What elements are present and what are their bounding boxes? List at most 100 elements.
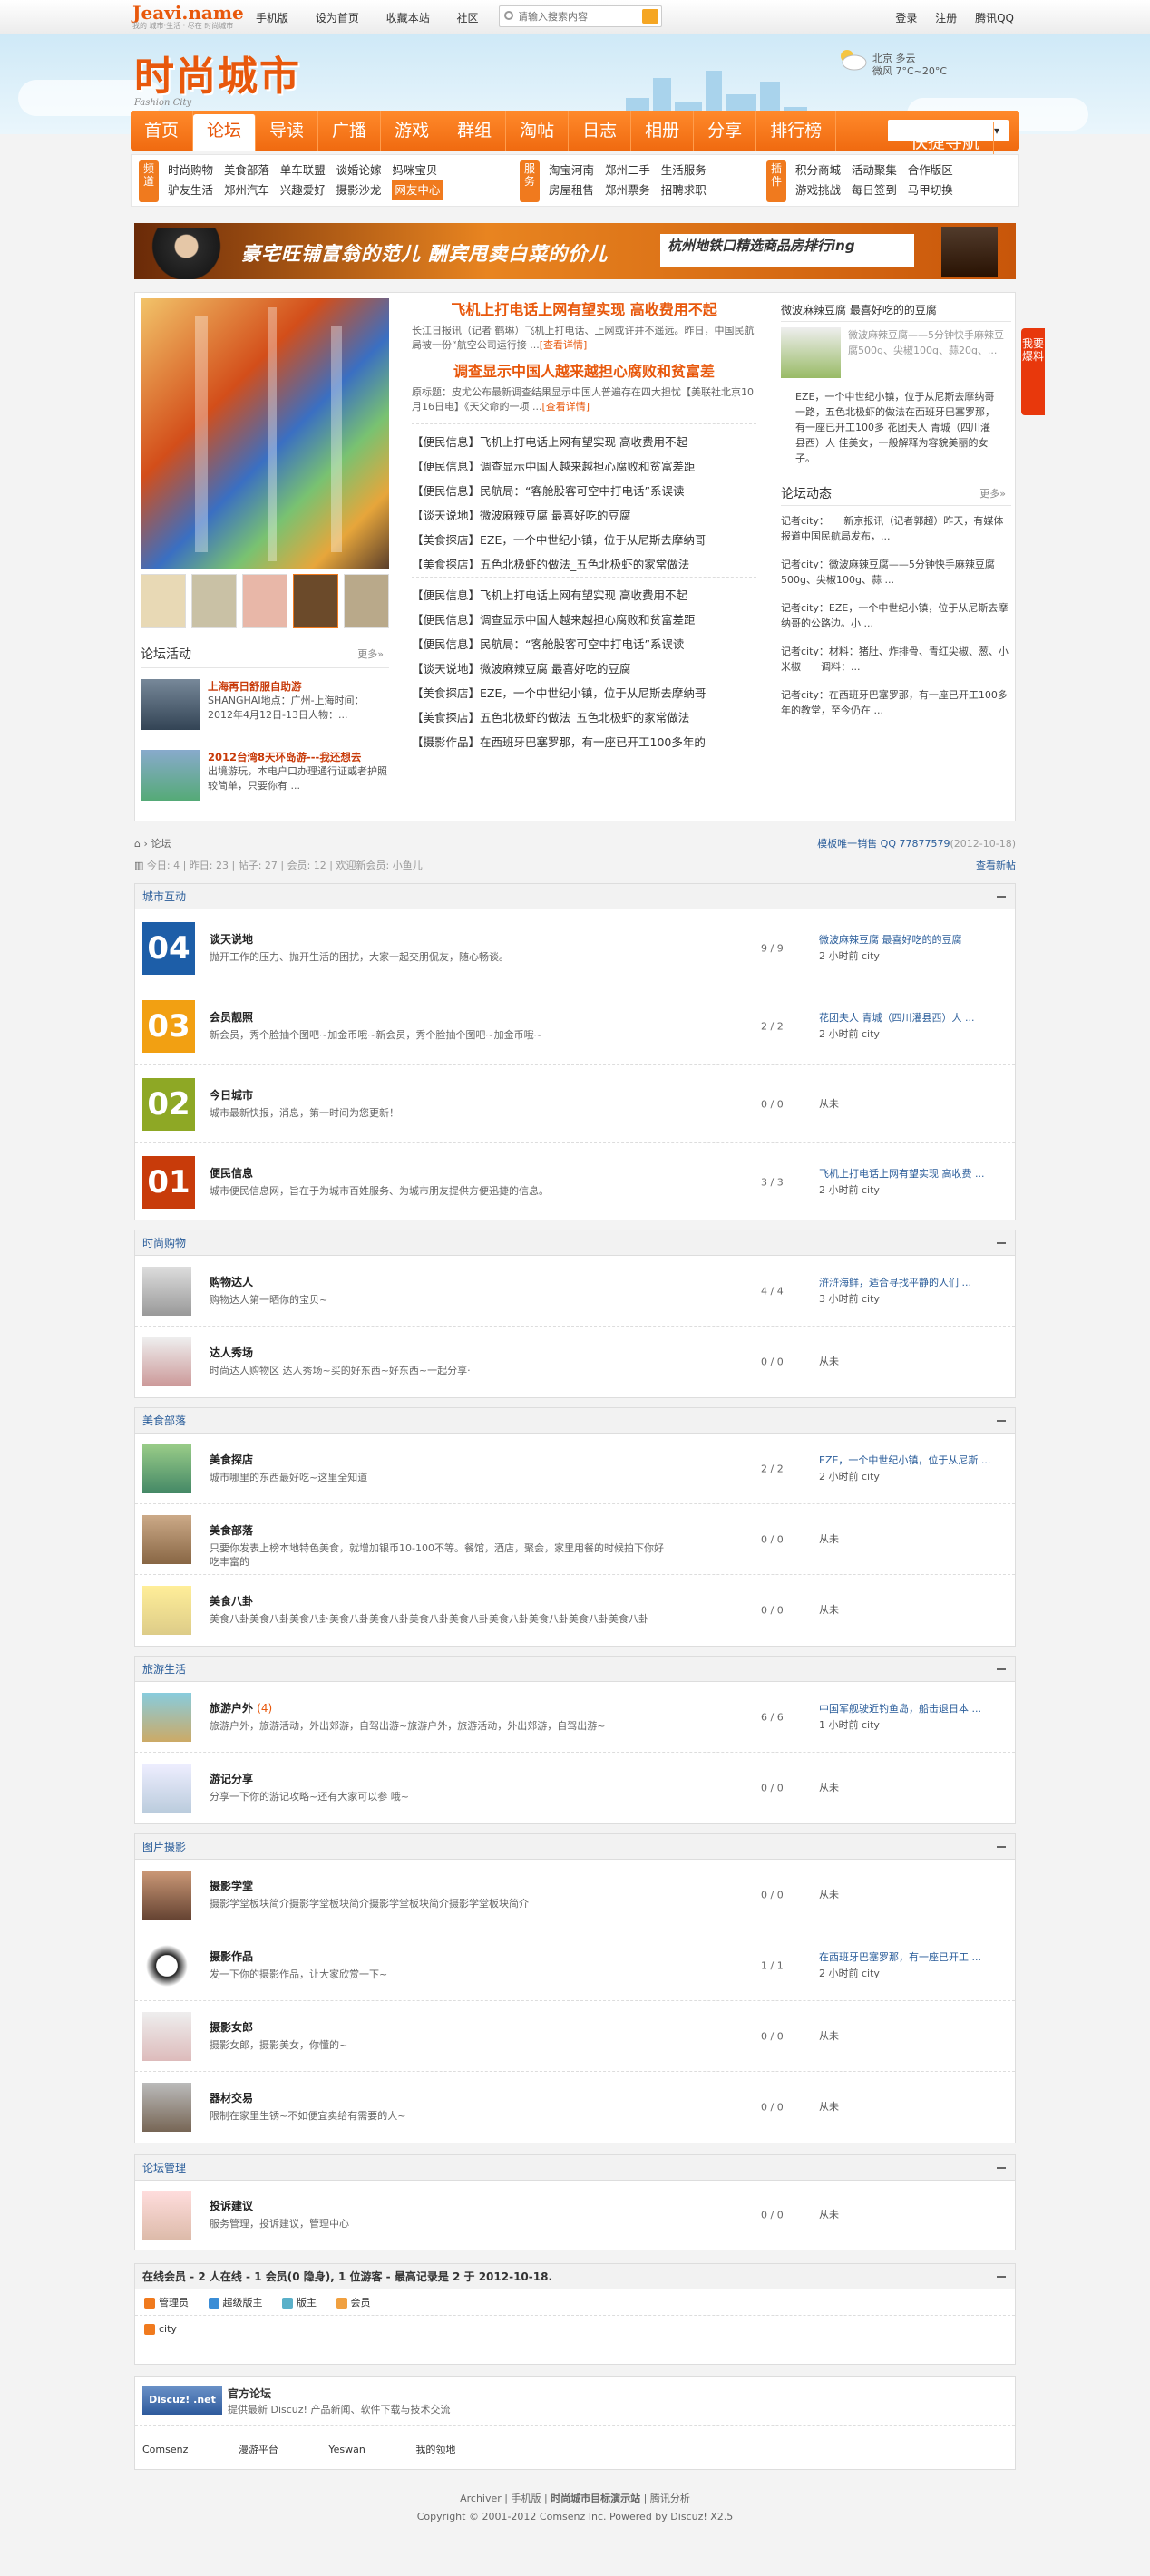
- dynamic-item[interactable]: 记者city：微波麻辣豆腐——5分钟快手麻辣豆腐500g、尖椒100g、蒜 ..…: [781, 557, 1011, 588]
- subnav-item[interactable]: 招聘求职: [661, 180, 707, 200]
- forum-last-post[interactable]: 飞机上打电话上网有望实现 高收费 ... 2 小时前 city: [819, 1166, 1009, 1199]
- dynamic-item[interactable]: 记者city：EZE，一个中世纪小镇，位于从尼斯去摩纳哥的公路边。小 ...: [781, 600, 1011, 631]
- friend-link[interactable]: Comsenz: [142, 2444, 188, 2455]
- featured-photo[interactable]: [141, 298, 389, 569]
- forum-row[interactable]: 01 便民信息 城市便民信息网，旨在于为城市百姓服务、为城市朋友提供方便迅捷的信…: [135, 1143, 1015, 1221]
- subnav-item[interactable]: 郑州票务: [605, 180, 650, 200]
- forum-name[interactable]: 摄影学堂: [210, 1878, 253, 1893]
- news-item[interactable]: 【美食探店】EZE，一个中世纪小镇，位于从尼斯去摩纳哥: [412, 528, 756, 552]
- news-item[interactable]: 【摄影作品】在西班牙巴塞罗那，有一座已开工100多年的: [412, 730, 756, 754]
- footer-link-mobile[interactable]: 手机版: [511, 2493, 541, 2504]
- view-new-posts-link[interactable]: 查看新帖: [976, 858, 1016, 872]
- read-more-link[interactable]: [查看详情]: [540, 339, 588, 351]
- news-item[interactable]: 【谈天说地】微波麻辣豆腐 最喜好吃的豆腐: [412, 656, 756, 681]
- news-item[interactable]: 【便民信息】民航局：“客舱股客可空中打电话”系误读: [412, 632, 756, 656]
- report-news-button[interactable]: 我要爆料: [1021, 328, 1045, 415]
- nav-item-album[interactable]: 相册: [631, 111, 695, 151]
- login-link[interactable]: 登录: [895, 12, 917, 24]
- top-logo[interactable]: Jeavi.name 我的 城市·生活 · 尽在 时尚城市: [132, 4, 244, 31]
- forum-row[interactable]: 美食探店 城市哪里的东西最好吃~这里全知道 2 / 2 EZE，一个中世纪小镇，…: [135, 1434, 1015, 1504]
- news-item[interactable]: 【便民信息】飞机上打电话上网有望实现 高收费用不起: [412, 583, 756, 608]
- right-column-title[interactable]: 微波麻辣豆腐 最喜好吃的的豆腐: [781, 304, 937, 316]
- forum-last-post[interactable]: 在西班牙巴塞罗那，有一座已开工 ... 2 小时前 city: [819, 1949, 1009, 1982]
- category-title[interactable]: 城市互动: [142, 890, 186, 903]
- footer-link-site[interactable]: 时尚城市目标演示站: [551, 2493, 640, 2504]
- news-item[interactable]: 【美食探店】五色北极虾的做法_五色北极虾的家常做法: [412, 552, 756, 577]
- forum-name[interactable]: 摄影女郎: [210, 2019, 253, 2035]
- friend-link[interactable]: Yeswan: [328, 2444, 365, 2455]
- subnav-item[interactable]: 积分商城: [795, 160, 841, 180]
- subnav-item[interactable]: 单车联盟: [280, 160, 326, 180]
- nav-item-ranking[interactable]: 排行榜: [756, 111, 837, 151]
- photo-thumbnail[interactable]: [191, 574, 237, 628]
- forum-last-post[interactable]: 花团夫人 青城（四川灌县西）人 ... 2 小时前 city: [819, 1010, 1009, 1043]
- forum-name[interactable]: 谈天说地: [210, 931, 253, 947]
- nav-item-games[interactable]: 游戏: [381, 111, 444, 151]
- quick-nav-button[interactable]: 快捷导航 ▾: [887, 120, 1009, 162]
- nav-item-share[interactable]: 分享: [694, 111, 757, 151]
- online-title[interactable]: 在线会员 - 2 人在线 - 1 会员(0 隐身), 1 位游客 - 最高记录是…: [142, 2270, 552, 2283]
- collapse-icon[interactable]: [997, 1846, 1006, 1848]
- register-link[interactable]: 注册: [935, 12, 957, 24]
- category-title[interactable]: 论坛管理: [142, 2162, 186, 2174]
- subnav-item[interactable]: 妈咪宝贝: [392, 160, 437, 180]
- news-item[interactable]: 【便民信息】飞机上打电话上网有望实现 高收费用不起: [412, 430, 756, 454]
- forum-row[interactable]: 摄影学堂 摄影学堂板块简介摄影学堂板块简介摄影学堂板块简介摄影学堂板块简介 0 …: [135, 1860, 1015, 1930]
- qq-login-link[interactable]: 腾讯QQ: [975, 12, 1014, 24]
- top-link-mobile[interactable]: 手机版: [256, 12, 288, 24]
- category-title[interactable]: 美食部落: [142, 1414, 186, 1427]
- headline-title[interactable]: 飞机上打电话上网有望实现 高收费用不起: [412, 300, 756, 320]
- news-item[interactable]: 【便民信息】调查显示中国人越来越担心腐败和贫富差距: [412, 608, 756, 632]
- collapse-icon[interactable]: [997, 2167, 1006, 2169]
- subnav-item[interactable]: 时尚购物: [168, 160, 213, 180]
- collapse-icon[interactable]: [997, 1242, 1006, 1244]
- forum-name[interactable]: 购物达人: [210, 1274, 253, 1289]
- footer-link-archiver[interactable]: Archiver: [460, 2493, 502, 2504]
- category-title[interactable]: 旅游生活: [142, 1663, 186, 1676]
- official-forum-link[interactable]: 官方论坛: [228, 2386, 271, 2401]
- footer-link-analytics[interactable]: 腾讯分析: [650, 2493, 690, 2504]
- subnav-item[interactable]: 房屋租售: [549, 180, 594, 200]
- subnav-item[interactable]: 兴趣爱好: [280, 180, 326, 200]
- more-link[interactable]: 更多»: [357, 641, 384, 668]
- search-button[interactable]: [642, 9, 658, 24]
- subnav-item[interactable]: 生活服务: [661, 160, 707, 180]
- news-item[interactable]: 【谈天说地】微波麻辣豆腐 最喜好吃的豆腐: [412, 503, 756, 528]
- forum-row[interactable]: 04 谈天说地 抛开工作的压力、抛开生活的困扰，大家一起交朋侃友，随心畅谈。 9…: [135, 909, 1015, 987]
- forum-name[interactable]: 摄影作品: [210, 1949, 253, 1964]
- subnav-item[interactable]: 淘宝河南: [549, 160, 594, 180]
- photo-thumbnail[interactable]: [344, 574, 389, 628]
- forum-row[interactable]: 摄影女郎 摄影女郎，摄影美女，你懂的~ 0 / 0 从未: [135, 2001, 1015, 2072]
- subnav-item[interactable]: 美食部落: [224, 160, 269, 180]
- forum-row[interactable]: 02 今日城市 城市最新快报，消息，第一时间为您更新！ 0 / 0 从未: [135, 1065, 1015, 1143]
- subnav-item[interactable]: 郑州二手: [605, 160, 650, 180]
- friend-link[interactable]: 我的领地: [415, 2444, 455, 2455]
- subnav-item[interactable]: 驴友生活: [168, 180, 213, 200]
- forum-row[interactable]: 购物达人 购物达人第一晒你的宝贝~ 4 / 4 浒浒海鲜，适合寻找平静的人们 .…: [135, 1256, 1015, 1327]
- forum-name[interactable]: 达人秀场: [210, 1345, 253, 1360]
- site-logo[interactable]: 时尚城市 Fashion City: [134, 44, 301, 108]
- forum-name[interactable]: 旅游户外 (4): [210, 1700, 272, 1716]
- forum-row[interactable]: 美食八卦 美食八卦美食八卦美食八卦美食八卦美食八卦美食八卦美食八卦美食八卦美食八…: [135, 1575, 1015, 1646]
- collapse-icon[interactable]: [997, 2276, 1006, 2278]
- discuz-logo[interactable]: Discuz! .net: [142, 2386, 222, 2415]
- photo-thumbnail[interactable]: [141, 574, 186, 628]
- nav-item-taotie[interactable]: 淘帖: [506, 111, 570, 151]
- forum-name[interactable]: 投诉建议: [210, 2198, 253, 2213]
- forum-name[interactable]: 便民信息: [210, 1165, 253, 1181]
- top-link-homepage[interactable]: 设为首页: [316, 12, 359, 24]
- dynamic-item[interactable]: 记者city： 新京报讯（记者郭超）昨天，有媒体报道中国民航局发布，...: [781, 513, 1011, 544]
- forum-name[interactable]: 游记分享: [210, 1771, 253, 1786]
- forum-name[interactable]: 美食探店: [210, 1452, 253, 1467]
- dynamic-item[interactable]: 记者city：在西班牙巴塞罗那，有一座已开工100多年的教堂，至今仍在 ...: [781, 687, 1011, 718]
- forum-row[interactable]: 美食部落 只要你发表上榜本地特色美食，就增加银币10-100不等。餐馆，酒店，聚…: [135, 1504, 1015, 1575]
- nav-item-blog[interactable]: 日志: [569, 111, 632, 151]
- nav-item-broadcast[interactable]: 广播: [318, 111, 382, 151]
- news-item[interactable]: 【美食探店】EZE，一个中世纪小镇，位于从尼斯去摩纳哥: [412, 681, 756, 705]
- headline-title[interactable]: 调查显示中国人越来越担心腐败和贫富差: [412, 362, 756, 382]
- photo-thumbnail[interactable]: [242, 574, 288, 628]
- forum-row[interactable]: 游记分享 分享一下你的游记攻略~还有大家可以参 哦~ 0 / 0 从未: [135, 1753, 1015, 1823]
- news-item[interactable]: 【美食探店】五色北极虾的做法_五色北极虾的家常做法: [412, 705, 756, 730]
- subnav-item[interactable]: 摄影沙龙: [336, 180, 382, 200]
- nav-item-groups[interactable]: 群组: [443, 111, 507, 151]
